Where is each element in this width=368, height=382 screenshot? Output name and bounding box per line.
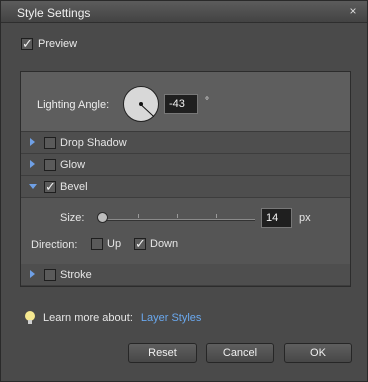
size-label: Size: <box>60 212 85 224</box>
preview-label: Preview <box>38 38 78 50</box>
cancel-button[interactable]: Cancel <box>206 343 274 363</box>
learn-more-row: Learn more about: Layer Styles <box>25 311 201 325</box>
bevel-label: Bevel <box>60 181 88 193</box>
direction-label: Direction: <box>31 239 78 251</box>
direction-up-option[interactable]: Up <box>91 238 121 250</box>
lighting-angle-dial[interactable] <box>123 86 159 122</box>
size-slider-track[interactable] <box>99 219 255 221</box>
style-settings-dialog: Style Settings × Preview Lighting Angle:… <box>0 0 368 382</box>
section-bevel[interactable]: Bevel <box>21 176 350 198</box>
slider-tick <box>216 214 217 218</box>
size-slider-knob[interactable] <box>97 212 108 223</box>
expand-arrow-icon[interactable] <box>30 160 35 168</box>
drop-shadow-label: Drop Shadow <box>60 137 127 149</box>
lighting-angle-input[interactable]: -43 <box>164 94 198 114</box>
style-panel: Lighting Angle: -43 ° Drop Shadow Glow B… <box>20 71 351 287</box>
size-input[interactable]: 14 <box>261 208 292 228</box>
preview-checkbox[interactable] <box>21 36 33 52</box>
bevel-settings: Size: 14 px Direction: Up Down <box>21 198 350 264</box>
slider-tick <box>177 214 178 218</box>
direction-down-label: Down <box>150 238 179 250</box>
collapse-arrow-icon[interactable] <box>29 184 37 189</box>
expand-arrow-icon[interactable] <box>30 270 35 278</box>
ok-button[interactable]: OK <box>284 343 352 363</box>
bevel-checkbox[interactable] <box>44 179 56 195</box>
layer-styles-link[interactable]: Layer Styles <box>141 312 202 324</box>
window-title: Style Settings <box>17 6 91 20</box>
section-drop-shadow[interactable]: Drop Shadow <box>21 132 350 154</box>
degree-unit: ° <box>205 96 209 107</box>
section-glow[interactable]: Glow <box>21 154 350 176</box>
close-icon[interactable]: × <box>346 4 360 18</box>
stroke-label: Stroke <box>60 269 92 281</box>
direction-down-checkbox[interactable] <box>134 236 146 252</box>
glow-label: Glow <box>60 159 86 171</box>
preview-row[interactable]: Preview <box>21 36 78 52</box>
learn-more-text: Learn more about: <box>43 312 133 324</box>
title-bar[interactable]: Style Settings × <box>1 1 367 23</box>
lightbulb-icon <box>25 311 35 325</box>
section-stroke[interactable]: Stroke <box>21 264 350 286</box>
direction-down-option[interactable]: Down <box>134 236 179 252</box>
lighting-angle-label: Lighting Angle: <box>37 99 110 111</box>
slider-tick <box>138 214 139 218</box>
expand-arrow-icon[interactable] <box>30 138 35 146</box>
stroke-checkbox[interactable] <box>44 269 56 281</box>
direction-up-checkbox[interactable] <box>91 238 103 250</box>
direction-up-label: Up <box>107 238 122 250</box>
lighting-angle-row: Lighting Angle: -43 ° <box>21 72 350 132</box>
reset-button[interactable]: Reset <box>128 343 197 363</box>
size-unit: px <box>299 212 311 224</box>
glow-checkbox[interactable] <box>44 159 56 171</box>
drop-shadow-checkbox[interactable] <box>44 137 56 149</box>
